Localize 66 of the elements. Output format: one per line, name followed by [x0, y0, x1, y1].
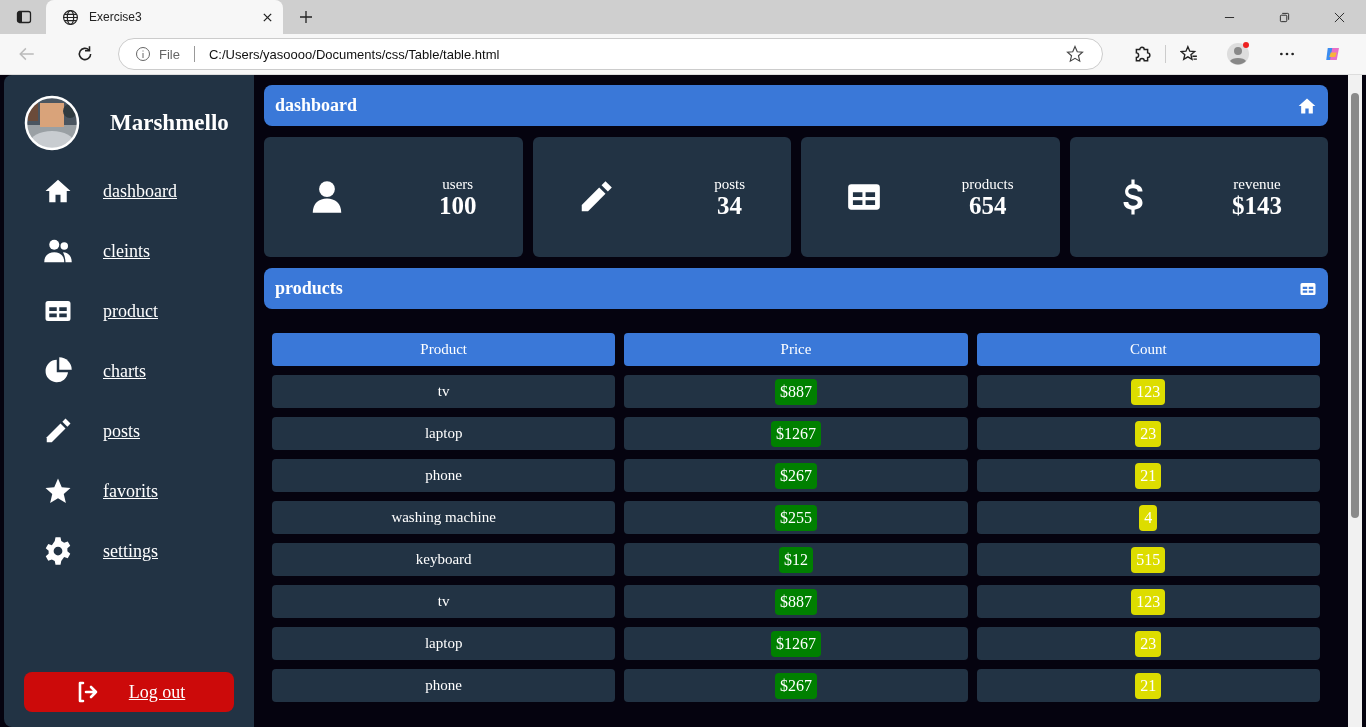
nav-link[interactable]: dashboard	[103, 180, 177, 202]
profile-icon[interactable]	[1226, 42, 1250, 66]
favorites-icon[interactable]	[1180, 45, 1198, 63]
price-badge: $1267	[771, 630, 821, 657]
globe-icon	[62, 8, 79, 26]
header-title: dashboard	[275, 95, 358, 116]
table-cell: phone	[272, 459, 616, 492]
table-cell: washing machine	[272, 501, 616, 534]
nav-link[interactable]: charts	[103, 360, 146, 382]
count-badge: 23	[1135, 420, 1162, 447]
count-badge: 23	[1135, 630, 1162, 657]
price-badge: $887	[775, 378, 817, 405]
price-badge: $255	[775, 504, 817, 531]
tab-actions-icon[interactable]	[16, 9, 32, 25]
nav-link[interactable]: favorits	[103, 480, 158, 502]
browser-tab[interactable]: Exercise3	[46, 0, 283, 34]
stat-value: 654	[968, 193, 1007, 218]
price-badge: $12	[779, 546, 813, 573]
tab-title: Exercise3	[89, 10, 143, 24]
address-bar[interactable]: File C:/Users/yasoooo/Documents/css/Table/table.html	[118, 38, 1103, 70]
count-badge: 123	[1131, 378, 1166, 405]
table-cell: tv	[272, 585, 616, 618]
nav-link[interactable]: product	[103, 300, 158, 322]
nav-link[interactable]: settings	[103, 540, 158, 562]
table-cell: laptop	[272, 627, 616, 660]
header-title: products	[275, 278, 343, 299]
count-badge: 515	[1131, 546, 1166, 573]
price-badge: $267	[775, 672, 817, 699]
url-text: C:/Users/yasoooo/Documents/css/Table/table.html	[208, 46, 500, 62]
info-icon	[135, 46, 151, 62]
scrollbar[interactable]	[1348, 75, 1362, 727]
stat-value: 34	[717, 193, 743, 218]
user-name: Marshmello	[110, 110, 229, 136]
reload-icon[interactable]	[76, 45, 94, 63]
star-icon[interactable]	[1066, 45, 1084, 63]
stat-label: revenue	[1233, 176, 1281, 193]
column-header: Product	[272, 333, 616, 366]
count-badge: 21	[1135, 462, 1162, 489]
stat-label: products	[961, 176, 1014, 193]
table-cell: keyboard	[272, 543, 616, 576]
close-icon[interactable]	[262, 11, 273, 23]
puzzle-icon[interactable]	[1133, 45, 1151, 63]
stat-label: posts	[714, 176, 745, 193]
gear-icon	[43, 536, 73, 566]
stat-label: users	[442, 176, 474, 193]
column-header: Price	[624, 333, 968, 366]
logout-button[interactable]: Log out	[24, 672, 234, 712]
copilot-icon[interactable]	[1324, 45, 1342, 63]
price-badge: $887	[775, 588, 817, 615]
restore-icon[interactable]	[1279, 11, 1290, 23]
nav-link[interactable]: posts	[103, 420, 140, 442]
stat-value: $143	[1232, 193, 1282, 218]
nav-link[interactable]: cleints	[103, 240, 150, 262]
price-badge: $1267	[771, 420, 821, 447]
table-cell: phone	[272, 669, 616, 702]
table-cell: laptop	[272, 417, 616, 450]
scheme-label: File	[159, 46, 180, 62]
stat-value: 100	[439, 193, 477, 218]
count-badge: 21	[1135, 672, 1162, 699]
table-cell: tv	[272, 375, 616, 408]
count-badge: 123	[1131, 588, 1166, 615]
new-tab-icon[interactable]	[299, 10, 313, 24]
close-icon[interactable]	[1334, 11, 1345, 23]
price-badge: $267	[775, 462, 817, 489]
count-badge: 4	[1139, 504, 1158, 531]
column-header: Count	[976, 333, 1320, 366]
